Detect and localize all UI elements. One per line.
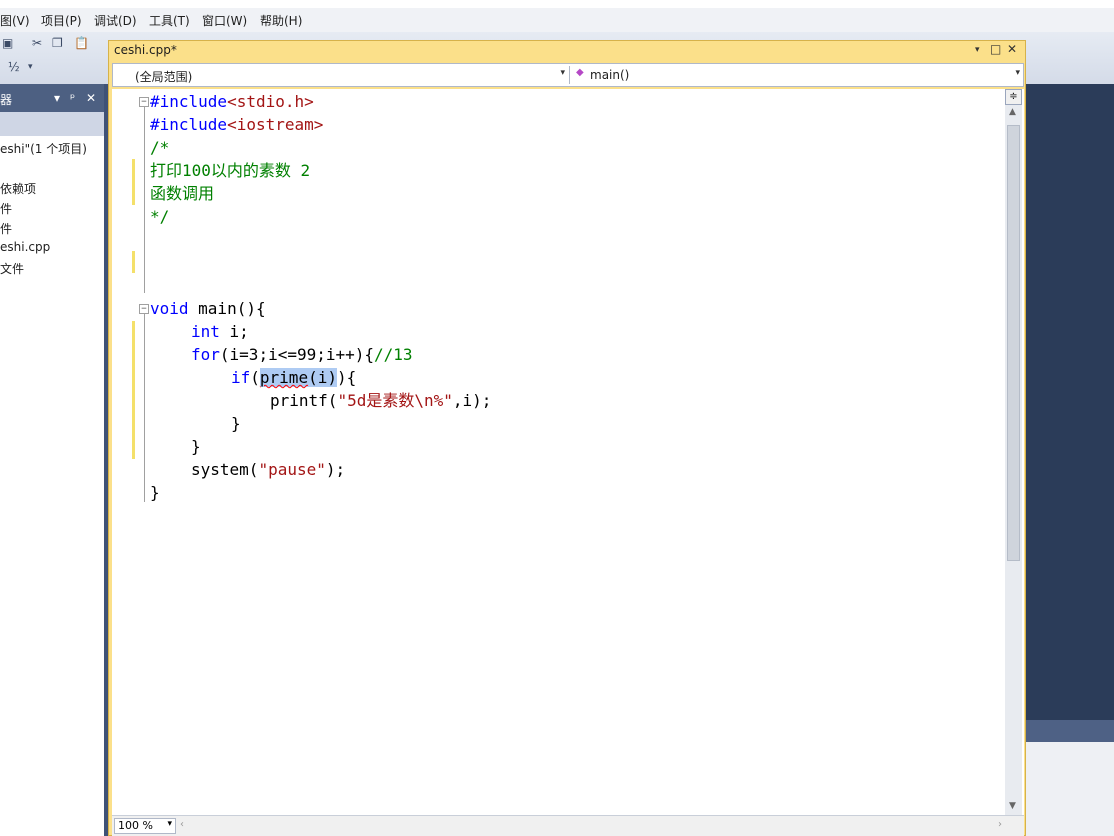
navigation-bar: (全局范围) ▾ ◆ main() ▾ bbox=[112, 63, 1024, 87]
solution-explorer-title: 器 bbox=[0, 93, 13, 107]
code-line-10: void main(){ bbox=[150, 299, 266, 318]
dropdown-icon[interactable]: ▾ bbox=[54, 91, 60, 105]
outline-line bbox=[144, 314, 145, 502]
menu-debug[interactable]: 调试(D) bbox=[94, 12, 137, 29]
code-line-2: #include<iostream> bbox=[150, 115, 324, 134]
outline-line bbox=[144, 107, 145, 293]
change-marker bbox=[132, 159, 135, 205]
solution-explorer-header: 器 ▾ ᵖ ✕ bbox=[0, 84, 104, 112]
maximize-icon[interactable]: □ bbox=[990, 42, 1001, 56]
menu-project[interactable]: 项目(P) bbox=[41, 12, 82, 29]
code-line-18: } bbox=[150, 483, 160, 502]
splitter-icon[interactable]: ≑ bbox=[1005, 89, 1022, 105]
menu-bar: 图(V) 项目(P) 调试(D) 工具(T) 窗口(W) 帮助(H) bbox=[0, 0, 1114, 32]
menu-view[interactable]: 图(V) bbox=[0, 12, 30, 29]
code-line-13: if(prime(i)){ bbox=[231, 368, 357, 387]
scroll-up-icon[interactable]: ▲ bbox=[1009, 107, 1016, 117]
toolbar-dropdown-icon[interactable]: ▾ bbox=[28, 62, 33, 72]
code-line-14: printf("5d是素数\n%",i); bbox=[270, 391, 492, 410]
solution-item[interactable]: eshi"(1 个项目) bbox=[0, 140, 87, 157]
change-marker bbox=[132, 321, 135, 459]
member-combo[interactable]: ◆ main() ▾ bbox=[569, 66, 1022, 84]
copy-icon[interactable]: ❐ bbox=[52, 36, 63, 50]
cut-icon[interactable]: ✂ bbox=[32, 36, 42, 50]
paste-icon[interactable]: 📋 bbox=[74, 36, 89, 50]
chevron-down-icon: ▾ bbox=[1015, 68, 1020, 78]
code-line-15: } bbox=[231, 414, 241, 433]
indicator-margin bbox=[112, 89, 129, 819]
document-tab-title[interactable]: ceshi.cpp* bbox=[114, 43, 177, 57]
code-line-4: 打印100以内的素数 2 bbox=[150, 161, 311, 180]
scroll-left-icon[interactable]: ‹ bbox=[180, 819, 184, 830]
solution-explorer-toolbar bbox=[0, 112, 104, 136]
scope-combo-value: (全局范围) bbox=[135, 70, 193, 84]
dock-area-lower bbox=[1026, 742, 1114, 836]
tree-item-files-1[interactable]: 件 bbox=[0, 200, 12, 217]
code-line-12: for(i=3;i<=99;i++){//13 bbox=[191, 345, 413, 364]
format-icon[interactable]: ½ bbox=[8, 60, 20, 74]
horizontal-scrollbar[interactable]: 100 % ▾ ‹ › bbox=[112, 815, 1024, 836]
menu-help[interactable]: 帮助(H) bbox=[260, 12, 302, 29]
close-icon[interactable]: ✕ bbox=[1007, 42, 1017, 56]
chevron-down-icon: ▾ bbox=[560, 68, 565, 78]
code-line-6: */ bbox=[150, 207, 170, 226]
code-line-5: 函数调用 bbox=[150, 184, 215, 203]
code-line-17: system("pause"); bbox=[191, 460, 346, 479]
document-window: ceshi.cpp* ▾ □ ✕ (全局范围) ▾ ◆ main() ▾ − −… bbox=[108, 40, 1026, 836]
save-all-icon[interactable]: ▣ bbox=[2, 36, 13, 50]
code-line-3: /* bbox=[150, 138, 170, 157]
collapse-icon[interactable]: − bbox=[139, 304, 149, 314]
code-line-11: int i; bbox=[191, 322, 249, 341]
zoom-selector[interactable]: 100 % ▾ bbox=[114, 818, 176, 834]
tree-item-dependencies[interactable]: 依赖项 bbox=[0, 180, 36, 197]
chevron-down-icon: ▾ bbox=[167, 819, 172, 829]
vertical-scrollbar[interactable]: ≑ ▲ ▼ bbox=[1005, 89, 1022, 819]
tree-item-other-files[interactable]: 文件 bbox=[0, 260, 24, 277]
dock-area-band bbox=[1026, 720, 1114, 742]
scroll-thumb[interactable] bbox=[1007, 125, 1020, 561]
window-menu-icon[interactable]: ▾ bbox=[975, 45, 980, 55]
tree-item-files-2[interactable]: 件 bbox=[0, 220, 12, 237]
change-marker bbox=[132, 251, 135, 273]
code-line-1: #include<stdio.h> bbox=[150, 92, 314, 111]
menu-tools[interactable]: 工具(T) bbox=[149, 12, 190, 29]
close-icon[interactable]: ✕ bbox=[86, 91, 96, 105]
code-line-16: } bbox=[191, 437, 201, 456]
member-combo-value: main() bbox=[590, 68, 630, 82]
dock-area bbox=[1026, 84, 1114, 720]
menu-window[interactable]: 窗口(W) bbox=[202, 12, 247, 29]
pin-icon[interactable]: ᵖ bbox=[70, 91, 75, 105]
scroll-right-icon[interactable]: › bbox=[998, 819, 1002, 830]
method-icon: ◆ bbox=[576, 67, 584, 78]
collapse-icon[interactable]: − bbox=[139, 97, 149, 107]
scope-combo[interactable]: (全局范围) ▾ bbox=[115, 66, 567, 84]
solution-explorer: 器 ▾ ᵖ ✕ eshi"(1 个项目) 依赖项 件 件 eshi.cpp 文件 bbox=[0, 84, 105, 836]
scroll-down-icon[interactable]: ▼ bbox=[1009, 801, 1016, 811]
selected-text: prime(i) bbox=[259, 368, 337, 387]
zoom-value: 100 % bbox=[118, 819, 153, 832]
tree-item-ceshi-cpp[interactable]: eshi.cpp bbox=[0, 240, 50, 254]
code-editor[interactable]: − − #include<stdio.h> #include<iostream>… bbox=[112, 89, 1024, 819]
